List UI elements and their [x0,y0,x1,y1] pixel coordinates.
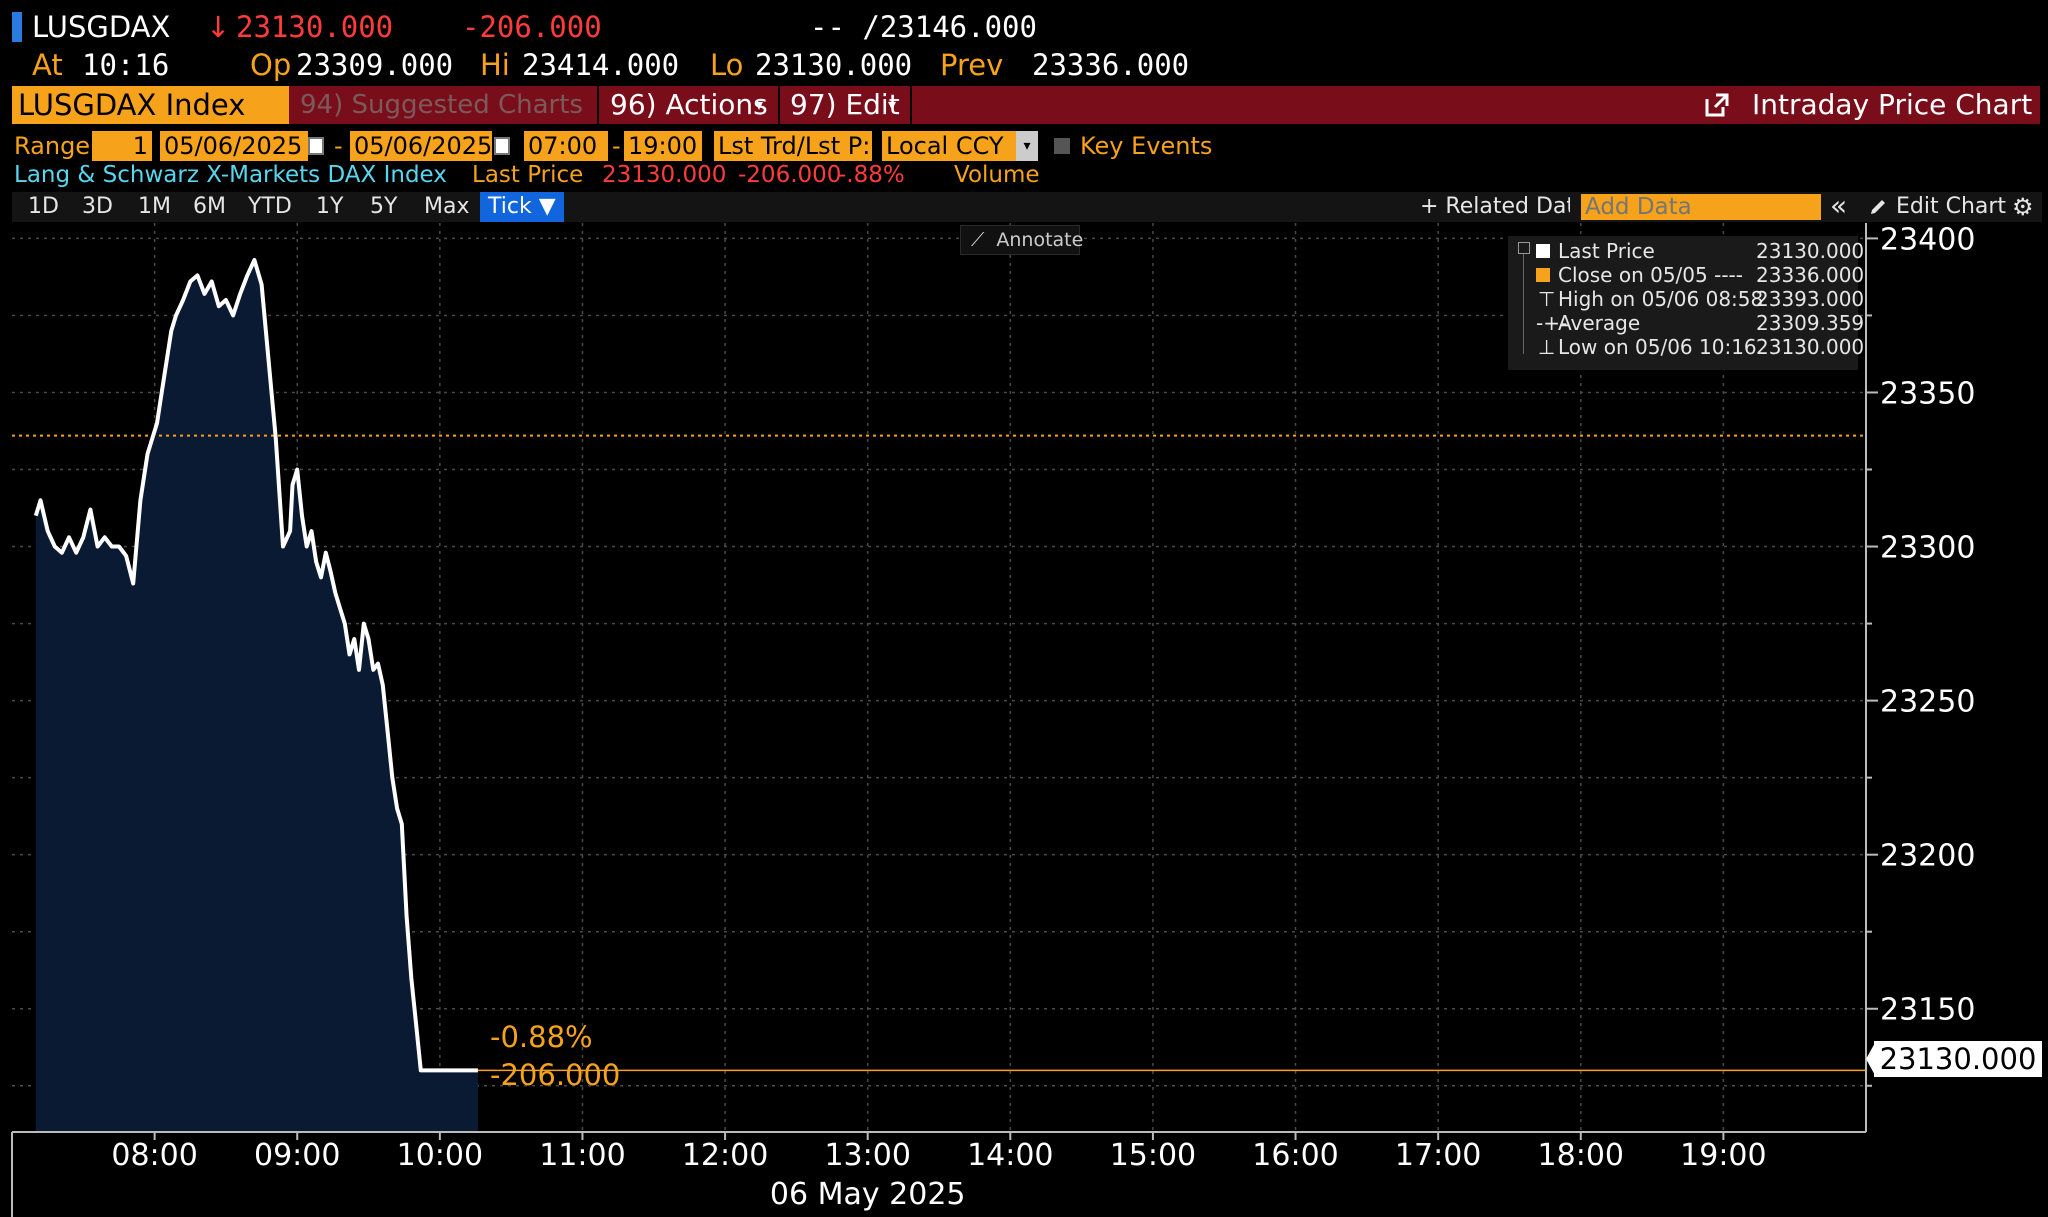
x-tick-label: 08:00 [111,1138,197,1173]
price-area [12,258,1866,1132]
security-field[interactable]: LUSGDAX Index [12,86,289,124]
legend-label: Low on 05/06 10:16 [1558,335,1757,359]
change-abs-annotation: -206.000 [490,1058,621,1092]
menu-divider [910,86,912,124]
x-tick-label: 19:00 [1680,1138,1766,1173]
end-date-field[interactable]: 05/06/2025 [350,131,492,161]
y-tick-label: 23200 [1880,839,1975,874]
legend-collapse-icon[interactable] [1518,242,1530,254]
range-value-field[interactable]: 1 [92,131,152,161]
last-price-tag: 23130.000 [1874,1041,2042,1077]
y-tick-label: 23300 [1880,531,1975,566]
last-price-value: 23130.000 [602,162,727,188]
popout-icon[interactable] [1704,92,1730,118]
x-tick-label: 15:00 [1110,1138,1196,1173]
x-tick-label: 10:00 [397,1138,483,1173]
legend-label: Close on 05/05 ---- [1558,263,1743,287]
legend-label: High on 05/06 08:58 [1558,287,1764,311]
x-tick-label: 14:00 [967,1138,1053,1173]
x-tick-label: 13:00 [824,1138,910,1173]
y-tick-label: 23400 [1880,222,1975,257]
x-tick-label: 16:00 [1252,1138,1338,1173]
annotate-label: Annotate [996,229,1084,251]
y-tick-label: 23150 [1880,993,1975,1028]
legend-value: 23393.000 [1756,287,1865,311]
pencil-icon [1868,197,1888,217]
open-label: Op [250,48,292,82]
legend-label: Average [1558,311,1641,335]
legend-value: 23130.000 [1756,239,1865,263]
x-tick-label: 12:00 [682,1138,768,1173]
x-tick-label: 11:00 [539,1138,625,1173]
legend-label: Last Price [1558,239,1655,263]
price-type-field[interactable]: Lst Trd/Lst P: [714,131,872,161]
menu-divider [778,86,780,124]
actions-menu[interactable]: 96) Actions [610,86,768,124]
high-label: Hi [480,48,510,82]
end-time-field[interactable]: 19:00 [624,131,702,161]
legend-swatch-last [1536,244,1550,258]
start-time-field[interactable]: 07:00 [524,131,608,161]
prev-value: 23336.000 [1032,48,1190,82]
last-price: 23130.000 [236,10,394,44]
high-marker-icon: ⊤ [1538,287,1556,311]
key-events-checkbox[interactable] [1054,138,1070,154]
price-area-fill [35,260,478,1132]
start-date-field[interactable]: 05/06/2025 [160,131,308,161]
ticker: LUSGDAX [32,10,171,44]
legend-value: 23130.000 [1756,335,1865,359]
date-dash: - [334,132,343,160]
actions-chevron-icon: ▾ [755,95,764,114]
y-tick-label: 23250 [1880,685,1975,720]
legend-value: 23336.000 [1756,263,1865,287]
annotate-icon: ⟋ [971,229,985,251]
x-tick-label: 18:00 [1538,1138,1624,1173]
suggested-charts-menu[interactable]: 94) Suggested Charts [300,86,583,124]
key-events-label: Key Events [1080,132,1213,160]
calendar-icon[interactable] [308,137,324,155]
y-tick-label: 23350 [1880,376,1975,411]
edit-chevron-icon: ▾ [888,95,897,114]
edit-menu[interactable]: 97) Edit [790,86,900,124]
legend-swatch-close [1536,268,1550,282]
high-value: 23414.000 [522,48,680,82]
legend-value: 23309.359 [1756,311,1865,335]
last-price-label: Last Price [472,162,584,188]
calendar-icon[interactable] [494,137,510,155]
down-arrow-icon: ↓ [206,10,231,44]
security-name: Lang & Schwarz X-Markets DAX Index [14,162,447,188]
range-label: Range [14,132,91,160]
menu-divider [597,86,599,124]
x-axis-date-label: 06 May 2025 [770,1177,966,1212]
change-pct-value: -.88% [838,162,905,188]
change-value: -206.000 [738,162,842,188]
change-pct-annotation: -0.88% [490,1020,593,1054]
legend-tree-line [1523,254,1524,354]
chart-legend[interactable]: Last Price 23130.000 Close on 05/05 ----… [1508,236,1864,370]
volume-label: Volume [954,162,1040,188]
bid-ask: -- /23146.000 [810,10,1037,44]
chart-title: Intraday Price Chart [1752,88,2033,121]
at-label: At [32,48,63,82]
quote-time: 10:16 [82,48,170,82]
low-marker-icon: ⊥ [1538,335,1556,359]
time-dash: - [612,132,621,160]
currency-dropdown-icon[interactable]: ▾ [1016,131,1038,161]
low-value: 23130.000 [755,48,913,82]
prev-label: Prev [940,48,1004,82]
currency-field[interactable]: Local CCY [882,131,1016,161]
annotate-button[interactable]: ⟋ Annotate [960,225,1084,255]
open-value: 23309.000 [296,48,454,82]
ticker-flag [12,12,22,42]
low-label: Lo [710,48,744,82]
x-tick-label: 09:00 [254,1138,340,1173]
x-tick-label: 17:00 [1395,1138,1481,1173]
net-change: -206.000 [462,10,602,44]
